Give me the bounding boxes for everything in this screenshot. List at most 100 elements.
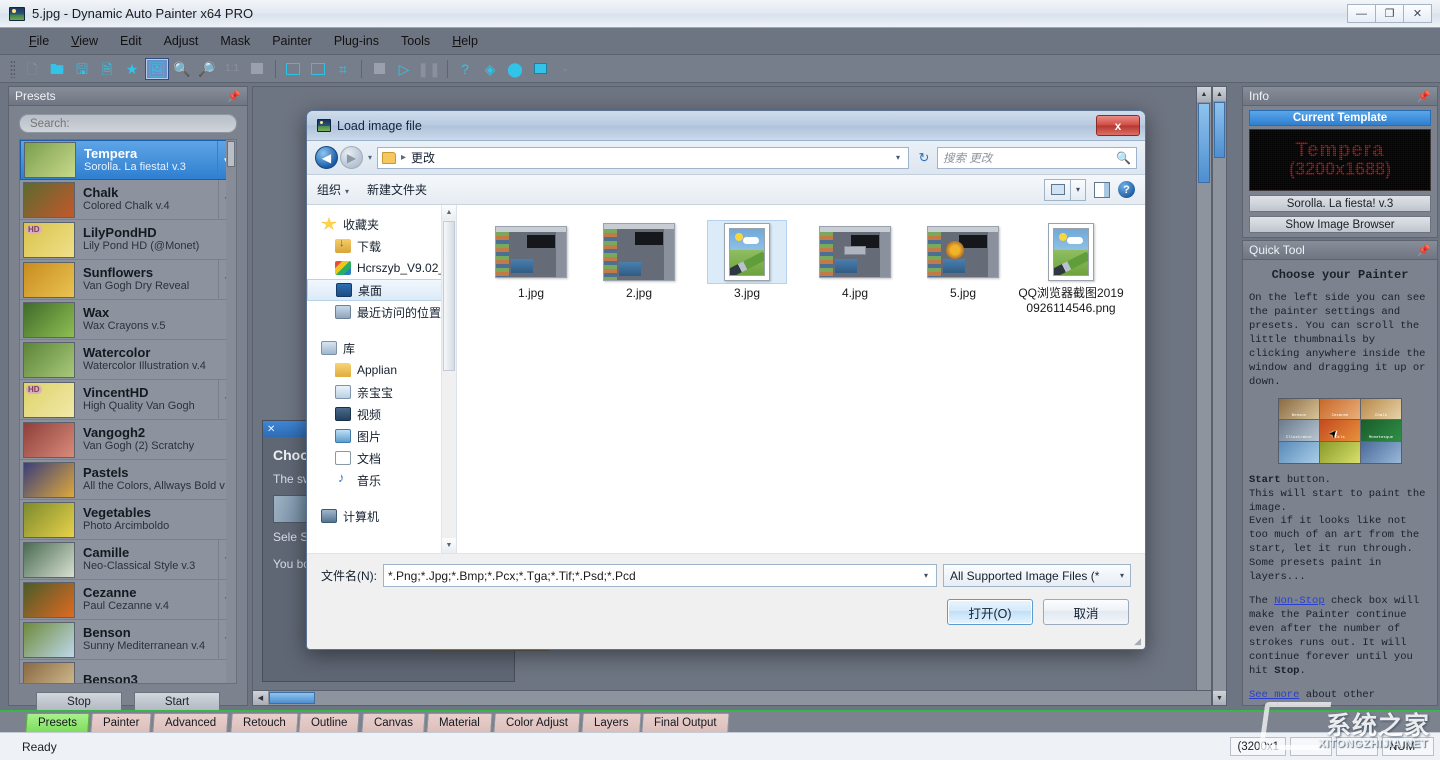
non-stop-link[interactable]: Non-Stop bbox=[1274, 595, 1324, 607]
download-icon[interactable]: ⬤ bbox=[503, 58, 527, 80]
save-file-icon[interactable]: 🖫 bbox=[70, 58, 94, 80]
zoom-out-icon[interactable]: 🔎 bbox=[195, 58, 219, 80]
chevron-down-icon[interactable]: ▾ bbox=[896, 153, 904, 162]
scroll-thumb[interactable] bbox=[269, 692, 315, 704]
nav-item-3[interactable]: 桌面 bbox=[307, 279, 456, 301]
preset-row[interactable]: HD LilyPondHD Lily Pond HD (@Monet) bbox=[20, 220, 236, 260]
search-input[interactable] bbox=[19, 114, 237, 133]
file-item[interactable]: 2.jpg bbox=[585, 221, 693, 316]
preset-thumb-cell[interactable]: Monetesque bbox=[1361, 420, 1401, 441]
presets-list-scrollbar[interactable] bbox=[226, 140, 236, 683]
preset-row[interactable]: HDVincentHDHigh Quality Van Gogh▼ bbox=[20, 380, 236, 420]
menu-item-edit[interactable]: Edit bbox=[109, 31, 153, 51]
preset-row[interactable]: CamilleNeo-Classical Style v.3▼ bbox=[20, 540, 236, 580]
scroll-thumb[interactable] bbox=[1198, 103, 1210, 183]
play-icon[interactable]: ▷ bbox=[392, 58, 416, 80]
compare-left-icon[interactable] bbox=[281, 58, 305, 80]
nav-item-4[interactable]: 最近访问的位置 bbox=[307, 301, 456, 323]
resize-grip-icon[interactable]: ◢ bbox=[1134, 636, 1141, 647]
address-bar[interactable]: ▸ 更改 ▾ bbox=[377, 146, 909, 169]
compare-right-icon[interactable] bbox=[306, 58, 330, 80]
file-item[interactable]: 1.jpg bbox=[477, 221, 585, 316]
tab-color-adjust[interactable]: Color Adjust bbox=[493, 713, 581, 732]
tab-presets[interactable]: Presets bbox=[25, 713, 90, 732]
scroll-left-arrow-icon[interactable]: ◀ bbox=[253, 691, 268, 705]
zoom-in-icon[interactable]: 🔍 bbox=[170, 58, 194, 80]
forward-arrow-icon[interactable]: ▶ bbox=[340, 146, 363, 169]
chevron-down-icon[interactable]: ▾ bbox=[1120, 571, 1124, 580]
scroll-thumb[interactable] bbox=[443, 221, 455, 371]
presets-list[interactable]: TemperaSorolla. La fiesta! v.3▼ChalkColo… bbox=[19, 139, 237, 684]
maximize-button[interactable]: ❐ bbox=[1375, 4, 1404, 23]
tab-layers[interactable]: Layers bbox=[581, 713, 641, 732]
preset-thumb-cell[interactable]: Benson bbox=[1279, 398, 1319, 420]
file-item[interactable]: QQ浏览器截图20190926114546.png bbox=[1017, 221, 1125, 316]
menu-item-adjust[interactable]: Adjust bbox=[153, 31, 210, 51]
preset-row[interactable]: ChalkColored Chalk v.4▼ bbox=[20, 180, 236, 220]
file-list-view[interactable]: 1.jpg 2.jpg 3.jpg 4.jpg 5.jpg QQ浏览器截图20190926… bbox=[457, 205, 1145, 553]
tab-painter[interactable]: Painter bbox=[90, 713, 153, 732]
file-type-filter-select[interactable]: All Supported Image Files (* ▾ bbox=[943, 564, 1131, 587]
navigation-pane-scrollbar[interactable]: ▲ ▼ bbox=[441, 205, 456, 553]
stop-button[interactable]: Stop bbox=[36, 692, 122, 711]
pin-icon[interactable]: 📌 bbox=[1417, 244, 1431, 257]
preset-row[interactable]: Vangogh2 Van Gogh (2) Scratchy bbox=[20, 420, 236, 460]
pin-icon[interactable]: 📌 bbox=[1417, 90, 1431, 103]
back-arrow-icon[interactable]: ◀ bbox=[315, 146, 338, 169]
show-image-browser-button[interactable]: Show Image Browser bbox=[1249, 216, 1431, 233]
organize-button[interactable]: 组织 ▾ bbox=[317, 181, 349, 198]
nav-item-1[interactable]: 下载 bbox=[307, 235, 456, 257]
preset-row[interactable]: TemperaSorolla. La fiesta! v.3▼ bbox=[20, 140, 236, 180]
load-image-icon[interactable]: 🖼 bbox=[145, 57, 169, 80]
preset-row[interactable]: Vegetables Photo Arcimboldo bbox=[20, 500, 236, 540]
toolbar-overflow-icon[interactable]: ⌄ bbox=[553, 58, 577, 80]
preset-thumb-cell[interactable] bbox=[1279, 441, 1319, 463]
nav-item-7[interactable]: 亲宝宝 bbox=[307, 381, 456, 403]
file-item[interactable]: 5.jpg bbox=[909, 221, 1017, 316]
menu-item-tools[interactable]: Tools bbox=[390, 31, 441, 51]
pin-icon[interactable]: 📌 bbox=[227, 90, 241, 103]
pause-icon[interactable]: ❚❚ bbox=[417, 58, 441, 80]
zoom-actual-size-button[interactable]: 1:1 bbox=[220, 58, 244, 80]
canvas-vertical-scrollbar[interactable]: ▲ bbox=[1196, 87, 1211, 705]
scroll-down-arrow-icon[interactable]: ▼ bbox=[1213, 691, 1226, 705]
tab-canvas[interactable]: Canvas bbox=[361, 713, 426, 732]
scroll-thumb[interactable] bbox=[1214, 102, 1225, 158]
preset-thumb-cell[interactable]: Chalk bbox=[1361, 398, 1401, 420]
new-file-icon[interactable]: 🗋 bbox=[20, 58, 44, 80]
view-mode-icon[interactable] bbox=[1044, 178, 1070, 201]
preset-row[interactable]: Wax Wax Crayons v.5 bbox=[20, 300, 236, 340]
preset-row[interactable]: SunflowersVan Gogh Dry Reveal▼ bbox=[20, 260, 236, 300]
preset-row[interactable]: CezannePaul Cezanne v.4▼ bbox=[20, 580, 236, 620]
screen-icon[interactable] bbox=[528, 58, 552, 80]
tab-final-output[interactable]: Final Output bbox=[641, 713, 730, 732]
dialog-search-input[interactable]: 搜索 更改 🔍 bbox=[937, 146, 1137, 169]
nav-item-0[interactable]: 收藏夹 bbox=[307, 213, 456, 235]
open-file-icon[interactable]: 🖿 bbox=[45, 58, 69, 80]
nav-item-2[interactable]: Hcrszyb_V9.02_ bbox=[307, 257, 456, 279]
search-icon[interactable]: 🔍 bbox=[1116, 151, 1131, 165]
dialog-navigation-pane[interactable]: 收藏夹下载 Hcrszyb_V9.02_ 桌面最近访问的位置库Applian 亲宝宝视… bbox=[307, 205, 457, 553]
file-item[interactable]: 4.jpg bbox=[801, 221, 909, 316]
breadcrumb-path[interactable]: 更改 bbox=[411, 149, 435, 166]
stop-icon[interactable] bbox=[367, 58, 391, 80]
preset-thumb-cell[interactable]: Cezanne bbox=[1320, 398, 1360, 420]
nav-item-6[interactable]: Applian bbox=[307, 359, 456, 381]
scroll-up-arrow-icon[interactable]: ▲ bbox=[442, 205, 456, 220]
menu-item-mask[interactable]: Mask bbox=[209, 31, 261, 51]
menu-item-painter[interactable]: Painter bbox=[261, 31, 323, 51]
load-image-file-dialog[interactable]: Load image file x ◀ ▶ ▾ ▸ 更改 ▾ ↻ 搜索 更改 🔍… bbox=[306, 110, 1146, 650]
menu-item-help[interactable]: Help bbox=[441, 31, 489, 51]
help-icon[interactable]: ? bbox=[1118, 181, 1135, 198]
preset-thumb-cell[interactable] bbox=[1361, 441, 1401, 463]
preset-row[interactable]: Benson3 bbox=[20, 660, 236, 683]
tab-retouch[interactable]: Retouch bbox=[229, 713, 299, 732]
book-icon[interactable]: ◈ bbox=[478, 58, 502, 80]
preset-thumb-cell[interactable]: Illustrator bbox=[1279, 420, 1319, 441]
preset-row[interactable]: Pastels All the Colors, Allways Bold v bbox=[20, 460, 236, 500]
nav-item-8[interactable]: 视频 bbox=[307, 403, 456, 425]
menu-item-file[interactable]: File bbox=[18, 31, 60, 51]
nav-item-10[interactable]: 文档 bbox=[307, 447, 456, 469]
preset-row[interactable]: BensonSunny Mediterranean v.4▼ bbox=[20, 620, 236, 660]
scroll-thumb[interactable] bbox=[227, 141, 235, 167]
